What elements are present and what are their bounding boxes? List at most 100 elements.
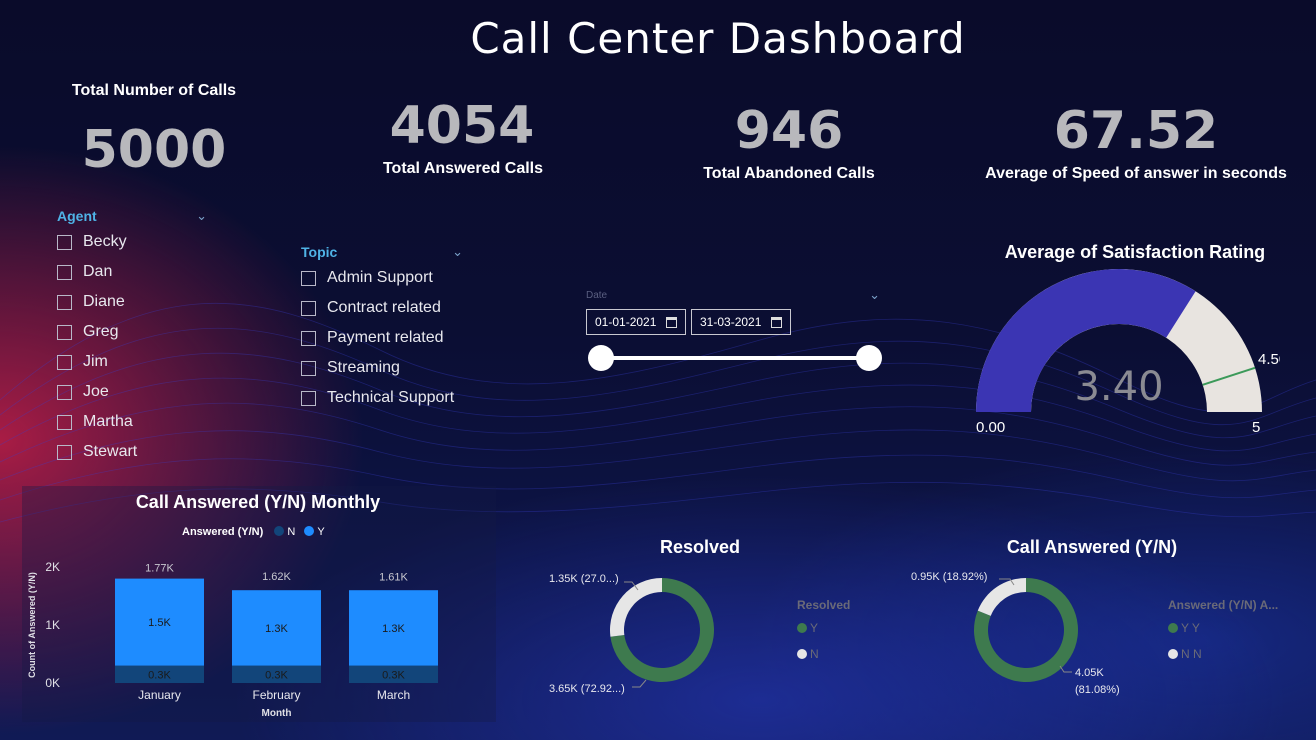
agent-item-jim[interactable]: Jim — [57, 347, 207, 377]
resolved-donut-chart: 1.35K (27.0...) 3.65K (72.92...) — [549, 573, 714, 695]
chevron-down-icon[interactable]: ⌄ — [452, 244, 463, 260]
agent-slicer: Agent ⌄ Becky Dan Diane Greg Jim Joe Martha Ste… — [57, 207, 207, 467]
answered-donut-chart: 0.95K (18.92%) 4.05K (81.08%) — [911, 571, 1120, 696]
gauge-max-label: 5 — [1252, 419, 1260, 436]
topic-item-contract-related[interactable]: Contract related — [301, 293, 463, 323]
x-tick-label: February — [252, 688, 300, 702]
slider-handle-end[interactable] — [856, 345, 882, 371]
date-start-input[interactable]: 01-01-2021 — [586, 309, 686, 335]
topic-item-label: Contract related — [327, 299, 441, 316]
date-range-slider[interactable] — [586, 343, 882, 373]
checkbox[interactable] — [301, 300, 316, 316]
agent-slicer-title: Agent — [57, 208, 97, 224]
slider-track — [600, 356, 858, 360]
resolved-legend-n: N — [810, 647, 819, 661]
bar-chart-title: Call Answered (Y/N) Monthly — [135, 492, 381, 512]
agent-item-joe[interactable]: Joe — [57, 377, 207, 407]
total-calls-value: 5000 — [81, 120, 227, 180]
topic-item-payment-related[interactable]: Payment related — [301, 323, 463, 353]
answered-donut-title: Call Answered (Y/N) — [1006, 537, 1178, 557]
bar-total-label: 1.77K — [145, 562, 174, 574]
checkbox[interactable] — [301, 270, 316, 286]
donut-data-label: (81.08%) — [1075, 684, 1120, 696]
checkbox[interactable] — [57, 414, 72, 430]
donut-data-label: 0.95K (18.92%) — [911, 571, 987, 583]
topic-item-label: Technical Support — [327, 389, 455, 406]
answered-legend-y: Y Y — [1181, 621, 1200, 635]
checkbox[interactable] — [301, 330, 316, 346]
topic-slicer-title: Topic — [301, 244, 338, 260]
agent-item-diane[interactable]: Diane — [57, 287, 207, 317]
bar-total-label: 1.61K — [379, 572, 408, 584]
calendar-icon[interactable] — [771, 316, 782, 328]
bar-n-value-label: 0.3K — [265, 669, 288, 681]
slider-handle-start[interactable] — [588, 345, 614, 371]
checkbox[interactable] — [301, 390, 316, 406]
agent-item-greg[interactable]: Greg — [57, 317, 207, 347]
agent-item-label: Martha — [83, 413, 133, 430]
gauge-min-label: 0.00 — [976, 419, 1005, 436]
answered-calls-value: 4054 — [389, 96, 535, 156]
legend-y-marker — [304, 526, 315, 536]
donut-data-label: 4.05K — [1075, 667, 1104, 679]
checkbox[interactable] — [301, 360, 316, 376]
topic-item-label: Payment related — [327, 329, 444, 346]
date-end-value: 31-03-2021 — [700, 315, 762, 329]
donut-slice-n[interactable] — [977, 578, 1026, 616]
satisfaction-gauge: 3.40 0.00 5 4.50 — [976, 269, 1280, 436]
calendar-icon[interactable] — [666, 316, 677, 328]
legend-y-marker — [1168, 623, 1178, 633]
abandoned-calls-label: Total Abandoned Calls — [703, 165, 875, 182]
bar-chart-legend: Answered (Y/N) N Y — [182, 526, 382, 538]
y-tick-label: 0K — [45, 676, 60, 690]
legend-y-label: Y — [317, 526, 325, 538]
checkbox[interactable] — [57, 324, 72, 340]
dashboard-title: Call Center Dashboard — [470, 14, 966, 63]
resolved-donut-title: Resolved — [659, 537, 741, 557]
chevron-down-icon[interactable]: ⌄ — [869, 287, 880, 303]
resolved-legend-y: Y — [810, 621, 819, 635]
y-tick-label: 2K — [45, 560, 60, 574]
topic-item-technical-support[interactable]: Technical Support — [301, 383, 463, 413]
agent-item-label: Becky — [83, 233, 127, 250]
topic-item-streaming[interactable]: Streaming — [301, 353, 463, 383]
checkbox[interactable] — [57, 444, 72, 460]
y-axis-label: Count of Answered (Y/N) — [27, 572, 37, 678]
date-end-input[interactable]: 31-03-2021 — [691, 309, 791, 335]
resolved-legend: Resolved Y N — [797, 598, 850, 661]
agent-item-label: Greg — [83, 323, 119, 340]
chevron-down-icon[interactable]: ⌄ — [196, 208, 207, 224]
checkbox[interactable] — [57, 264, 72, 280]
agent-item-stewart[interactable]: Stewart — [57, 437, 207, 467]
agent-item-martha[interactable]: Martha — [57, 407, 207, 437]
agent-item-label: Stewart — [83, 443, 138, 460]
agent-item-label: Jim — [83, 353, 108, 370]
checkbox[interactable] — [57, 354, 72, 370]
x-tick-label: January — [138, 688, 181, 702]
answered-legend-n: N N — [1181, 647, 1202, 661]
agent-item-label: Diane — [83, 293, 125, 310]
x-tick-label: March — [377, 688, 410, 702]
checkbox[interactable] — [57, 234, 72, 250]
bar-total-label: 1.62K — [262, 571, 291, 583]
abandoned-calls-value: 946 — [734, 101, 844, 161]
bar-y-value-label: 1.3K — [382, 623, 405, 635]
total-calls-label: Total Number of Calls — [71, 82, 237, 99]
resolved-legend-title: Resolved — [797, 598, 851, 612]
donut-data-label: 1.35K (27.0...) — [549, 573, 619, 585]
donut-data-label: 3.65K (72.92...) — [549, 683, 625, 695]
agent-item-becky[interactable]: Becky — [57, 227, 207, 257]
bar-y-value-label: 1.3K — [265, 623, 288, 635]
legend-n-label: N — [287, 526, 296, 538]
topic-item-admin-support[interactable]: Admin Support — [301, 263, 463, 293]
agent-item-dan[interactable]: Dan — [57, 257, 207, 287]
date-slicer: Date ⌄ 01-01-2021 31-03-2021 — [586, 287, 886, 373]
checkbox[interactable] — [57, 294, 72, 310]
checkbox[interactable] — [57, 384, 72, 400]
agent-item-label: Dan — [83, 263, 113, 280]
gauge-title: Average of Satisfaction Rating — [1004, 242, 1266, 262]
agent-item-label: Joe — [83, 383, 109, 400]
bar-legend-title: Answered (Y/N) — [182, 526, 264, 538]
date-start-value: 01-01-2021 — [595, 315, 657, 329]
bar-y-value-label: 1.5K — [148, 617, 171, 629]
